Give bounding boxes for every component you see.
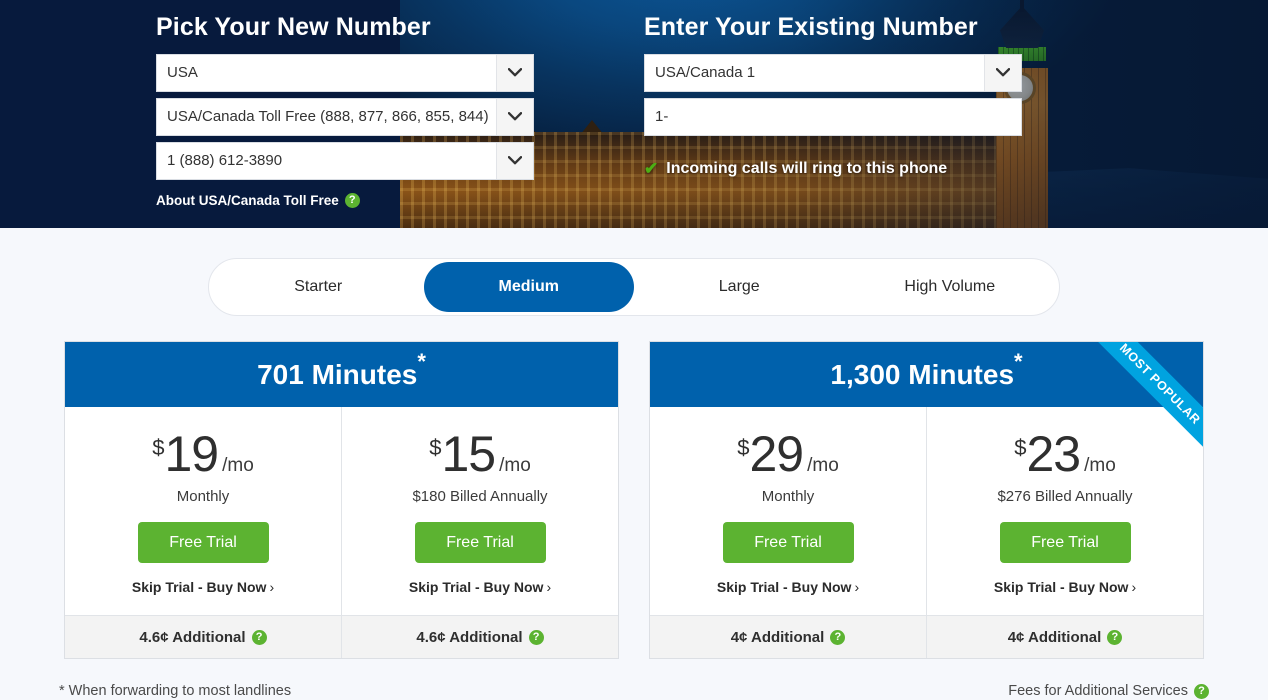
chevron-down-icon[interactable] <box>496 142 533 179</box>
additional-rate: 4.6¢ Additional ? <box>65 616 341 658</box>
help-icon[interactable]: ? <box>830 629 846 645</box>
plan-column-annual: $ 23 /mo $276 Billed Annually Free Trial… <box>926 407 1203 615</box>
free-trial-button[interactable]: Free Trial <box>414 522 546 563</box>
skip-trial-link[interactable]: Skip Trial - Buy Now › <box>650 579 926 595</box>
price-period: /mo <box>807 455 839 476</box>
currency-symbol: $ <box>737 435 750 460</box>
help-icon[interactable]: ? <box>1107 629 1123 645</box>
landline-footnote: * When forwarding to most landlines <box>59 683 292 699</box>
chevron-right-icon: › <box>854 579 860 595</box>
additional-rate-label: 4.6¢ Additional <box>416 628 523 646</box>
chevron-right-icon: › <box>269 579 275 595</box>
card-header: 701 Minutes * <box>65 342 618 407</box>
fees-label: Fees for Additional Services <box>1008 683 1188 699</box>
skip-trial-link[interactable]: Skip Trial - Buy Now › <box>65 579 341 595</box>
incoming-calls-label: Incoming calls will ring to this phone <box>666 159 948 177</box>
plan-column-monthly: $ 19 /mo Monthly Free Trial Skip Trial -… <box>65 407 341 615</box>
additional-rate-row: 4¢ Additional ? 4¢ Additional ? <box>650 615 1203 658</box>
price-amount: 19 <box>164 426 219 482</box>
chevron-right-icon: › <box>546 579 552 595</box>
price: $ 29 /mo <box>650 429 926 479</box>
chevron-down-icon[interactable] <box>496 54 533 91</box>
about-toll-free-label: About USA/Canada Toll Free <box>156 192 339 208</box>
existing-number-title: Enter Your Existing Number <box>644 13 978 41</box>
price-period: /mo <box>1084 455 1116 476</box>
existing-number-country-value: USA/Canada 1 <box>655 64 756 81</box>
chevron-down-icon[interactable] <box>984 54 1021 91</box>
card-header: 1,300 Minutes * <box>650 342 1203 407</box>
pricing-card: 701 Minutes * $ 19 /mo Monthly Free Trial… <box>64 341 619 659</box>
skip-trial-label: Skip Trial - Buy Now <box>716 579 852 595</box>
additional-rate: 4¢ Additional ? <box>650 616 926 658</box>
new-number-country-select[interactable]: USA <box>156 53 534 92</box>
additional-rate-label: 4¢ Additional <box>730 628 825 646</box>
skip-trial-link[interactable]: Skip Trial - Buy Now › <box>927 579 1203 595</box>
card-minutes-label: 1,300 Minutes <box>830 358 1015 390</box>
new-number-value: 1 (888) 612-3890 <box>167 152 283 169</box>
existing-number-value: 1- <box>655 108 669 125</box>
fees-link[interactable]: Fees for Additional Services ? <box>1008 683 1209 699</box>
existing-number-panel: Enter Your Existing Number USA/Canada 1 … <box>644 13 1022 178</box>
card-asterisk: * <box>1014 349 1023 375</box>
plan-column-annual: $ 15 /mo $180 Billed Annually Free Trial… <box>341 407 618 615</box>
chevron-down-icon[interactable] <box>496 98 533 135</box>
tab-large[interactable]: Large <box>634 262 845 312</box>
additional-rate-label: 4.6¢ Additional <box>139 628 246 646</box>
chevron-right-icon: › <box>1131 579 1137 595</box>
tab-medium[interactable]: Medium <box>423 262 634 312</box>
price-period: /mo <box>222 455 254 476</box>
currency-symbol: $ <box>152 435 165 460</box>
price-amount: 29 <box>749 426 804 482</box>
price: $ 23 /mo <box>927 429 1203 479</box>
additional-rate: 4¢ Additional ? <box>926 616 1203 658</box>
tab-high-volume[interactable]: High Volume <box>845 262 1056 312</box>
new-number-country-value: USA <box>167 64 198 81</box>
additional-rate-row: 4.6¢ Additional ? 4.6¢ Additional ? <box>65 615 618 658</box>
help-icon[interactable]: ? <box>344 192 360 208</box>
card-asterisk: * <box>417 349 426 375</box>
pick-new-number-title: Pick Your New Number <box>156 13 431 41</box>
skip-trial-label: Skip Trial - Buy Now <box>993 579 1129 595</box>
existing-number-country-select[interactable]: USA/Canada 1 <box>644 53 1022 92</box>
currency-symbol: $ <box>429 435 442 460</box>
currency-symbol: $ <box>1014 435 1027 460</box>
price-amount: 15 <box>441 426 496 482</box>
billing-label: $276 Billed Annually <box>997 488 1133 505</box>
free-trial-button[interactable]: Free Trial <box>137 522 269 563</box>
price: $ 19 /mo <box>65 429 341 479</box>
skip-trial-link[interactable]: Skip Trial - Buy Now › <box>342 579 618 595</box>
price-amount: 23 <box>1026 426 1081 482</box>
hero-banner: Pick Your New Number USA USA/Canada Toll… <box>0 0 1268 228</box>
plan-column-monthly: $ 29 /mo Monthly Free Trial Skip Trial -… <box>650 407 926 615</box>
billing-label: Monthly <box>761 488 815 505</box>
pick-new-number-panel: Pick Your New Number USA USA/Canada Toll… <box>156 13 534 210</box>
pricing-cards: 701 Minutes * $ 19 /mo Monthly Free Trial… <box>64 341 1204 659</box>
help-icon[interactable]: ? <box>251 629 267 645</box>
price-period: /mo <box>499 455 531 476</box>
new-number-type-select[interactable]: USA/Canada Toll Free (888, 877, 866, 855… <box>156 97 534 136</box>
help-icon[interactable]: ? <box>528 629 544 645</box>
plan-size-tabs: Starter Medium Large High Volume <box>208 258 1060 316</box>
price: $ 15 /mo <box>342 429 618 479</box>
footer-notes: * When forwarding to most landlines Fees… <box>59 683 1209 699</box>
card-minutes-label: 701 Minutes <box>257 358 418 390</box>
billing-label: Monthly <box>176 488 230 505</box>
tab-starter[interactable]: Starter <box>213 262 424 312</box>
free-trial-button[interactable]: Free Trial <box>722 522 854 563</box>
check-icon: ✔ <box>644 159 659 178</box>
pricing-card: MOST POPULAR 1,300 Minutes * $ 29 /mo Mon… <box>649 341 1204 659</box>
free-trial-button[interactable]: Free Trial <box>999 522 1131 563</box>
new-number-type-value: USA/Canada Toll Free (888, 877, 866, 855… <box>167 108 489 125</box>
about-toll-free-link[interactable]: About USA/Canada Toll Free ? <box>156 192 360 208</box>
additional-rate-label: 4¢ Additional <box>1007 628 1102 646</box>
existing-number-input[interactable]: 1- <box>644 97 1022 136</box>
skip-trial-label: Skip Trial - Buy Now <box>131 579 267 595</box>
new-number-select[interactable]: 1 (888) 612-3890 <box>156 141 534 180</box>
billing-label: $180 Billed Annually <box>412 488 548 505</box>
help-icon[interactable]: ? <box>1194 683 1209 699</box>
additional-rate: 4.6¢ Additional ? <box>341 616 618 658</box>
incoming-calls-note: ✔ Incoming calls will ring to this phone <box>644 160 1022 178</box>
skip-trial-label: Skip Trial - Buy Now <box>408 579 544 595</box>
